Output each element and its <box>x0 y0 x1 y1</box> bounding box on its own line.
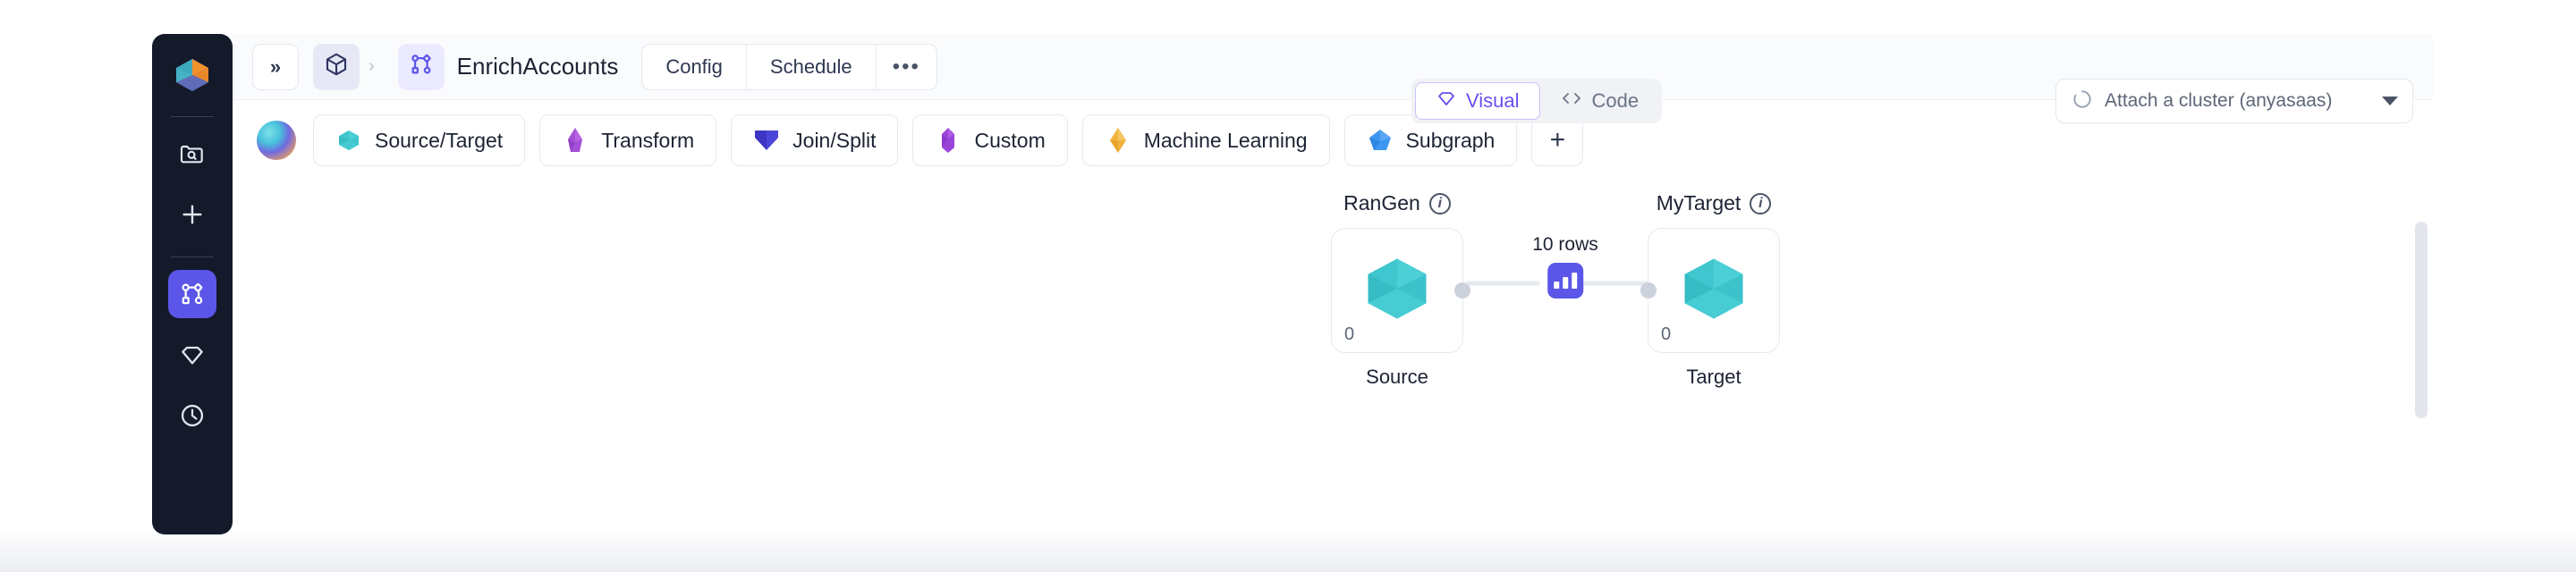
view-mode-toggle: Visual Code <box>1411 79 1663 123</box>
node-card[interactable]: 0 <box>1331 228 1470 353</box>
edge-segment-left <box>1466 281 1539 286</box>
node-caption: Target <box>1686 366 1741 388</box>
tab-schedule[interactable]: Schedule <box>747 44 877 89</box>
tab-config[interactable]: Config <box>642 44 747 89</box>
breadcrumb-separator: › <box>369 56 375 76</box>
tab-code[interactable]: Code <box>1540 82 1659 120</box>
palette-category-label: Join/Split <box>792 128 877 152</box>
node-caption: Source <box>1366 366 1428 388</box>
palette-category-transform[interactable]: Transform <box>539 114 717 166</box>
app-root: » › EnrichAccounts Config Schedule ••• V… <box>0 0 2576 572</box>
node-row-count: 0 <box>1344 324 1355 344</box>
chevron-double-right-icon: » <box>269 55 282 78</box>
palette-category-join-split[interactable]: Join/Split <box>731 114 899 166</box>
chevron-down-icon <box>2382 97 2398 105</box>
palette-category-custom[interactable]: Custom <box>912 114 1068 166</box>
palette-category-machine-learning[interactable]: Machine Learning <box>1081 114 1330 166</box>
node-input-port[interactable] <box>1640 282 1657 299</box>
pentagon-icon <box>1367 126 1394 155</box>
rail-divider <box>171 116 214 117</box>
edge-preview-button[interactable] <box>1547 263 1583 299</box>
node-target[interactable]: MyTarget i 0 Target <box>1640 191 1780 389</box>
node-row-count: 0 <box>1661 324 1672 344</box>
tab-code-label: Code <box>1591 89 1640 112</box>
node-source[interactable]: RanGen i 0 Source <box>1331 191 1470 389</box>
info-icon[interactable]: i <box>1428 192 1451 214</box>
palette-category-source-target[interactable]: Source/Target <box>313 114 526 166</box>
pipeline-graph-icon <box>178 280 207 308</box>
plus-icon <box>178 200 207 229</box>
tab-visual[interactable]: Visual <box>1415 82 1540 120</box>
brand-logo[interactable] <box>167 50 217 100</box>
main-panel: » › EnrichAccounts Config Schedule ••• V… <box>233 34 2433 534</box>
breadcrumb-project-button[interactable] <box>313 43 360 90</box>
folder-search-icon <box>178 139 207 168</box>
sidebar-item-visual-gem[interactable] <box>168 331 216 379</box>
palette-category-label: Custom <box>974 128 1046 152</box>
breadcrumb-pipeline-button[interactable] <box>397 43 445 90</box>
hexagon-icon <box>1675 250 1752 332</box>
code-brackets-icon <box>1560 88 1583 114</box>
clock-history-icon <box>178 401 207 430</box>
diamond-icon <box>1105 126 1131 155</box>
hexagon-icon <box>335 126 362 155</box>
node-title: RanGen <box>1343 191 1420 214</box>
spinner-icon <box>2071 88 2094 115</box>
bar-chart-icon <box>1554 273 1577 289</box>
palette-category-label: Source/Target <box>375 128 504 152</box>
gem-icon <box>1436 88 1457 114</box>
edge-stats-badge: 10 rows <box>1532 234 1598 299</box>
node-title-row: RanGen i <box>1343 191 1451 215</box>
pipeline-tabs: Config Schedule ••• <box>641 43 937 90</box>
palette-category-label: Subgraph <box>1405 128 1496 152</box>
gem-icon <box>178 341 207 369</box>
plus-icon: + <box>1549 125 1566 155</box>
node-output-port[interactable] <box>1454 282 1470 299</box>
sidebar-item-add[interactable] <box>168 190 216 239</box>
cube-icon <box>323 51 350 82</box>
canvas-scrollbar-thumb[interactable] <box>2415 222 2428 418</box>
more-options-button[interactable]: ••• <box>877 45 936 89</box>
edge-row-count-label: 10 rows <box>1532 234 1598 255</box>
sidebar-item-pipelines[interactable] <box>168 270 216 318</box>
palette-category-label: Transform <box>601 128 695 152</box>
sphere-icon[interactable] <box>254 118 299 163</box>
prism-icon <box>935 126 962 155</box>
node-card[interactable]: 0 <box>1640 228 1780 353</box>
palette-category-label: Machine Learning <box>1143 128 1308 152</box>
chevron-v-icon <box>753 126 780 155</box>
info-icon[interactable]: i <box>1750 192 1772 214</box>
sidebar-item-history[interactable] <box>168 391 216 440</box>
tab-visual-label: Visual <box>1466 89 1520 112</box>
cluster-attach-dropdown[interactable]: Attach a cluster (anyasaas) <box>2055 79 2413 123</box>
collapse-sidebar-button[interactable]: » <box>252 43 299 90</box>
crystal-icon <box>562 126 589 155</box>
canvas-scrollbar[interactable] <box>2415 179 2428 508</box>
page-title: EnrichAccounts <box>456 53 619 80</box>
sidebar-item-folder-search[interactable] <box>168 130 216 178</box>
pipeline-canvas[interactable]: RanGen i 0 Source 10 rows MyTarget i 0 T… <box>233 179 2433 508</box>
node-title: MyTarget <box>1656 191 1741 214</box>
hexagon-icon <box>1359 250 1436 332</box>
node-title-row: MyTarget i <box>1657 191 1772 215</box>
pipeline-graph-icon <box>408 51 435 82</box>
header-bar: » › EnrichAccounts Config Schedule ••• V… <box>233 34 2433 123</box>
left-rail <box>152 34 233 534</box>
cluster-attach-label: Attach a cluster (anyasaas) <box>2105 90 2333 111</box>
